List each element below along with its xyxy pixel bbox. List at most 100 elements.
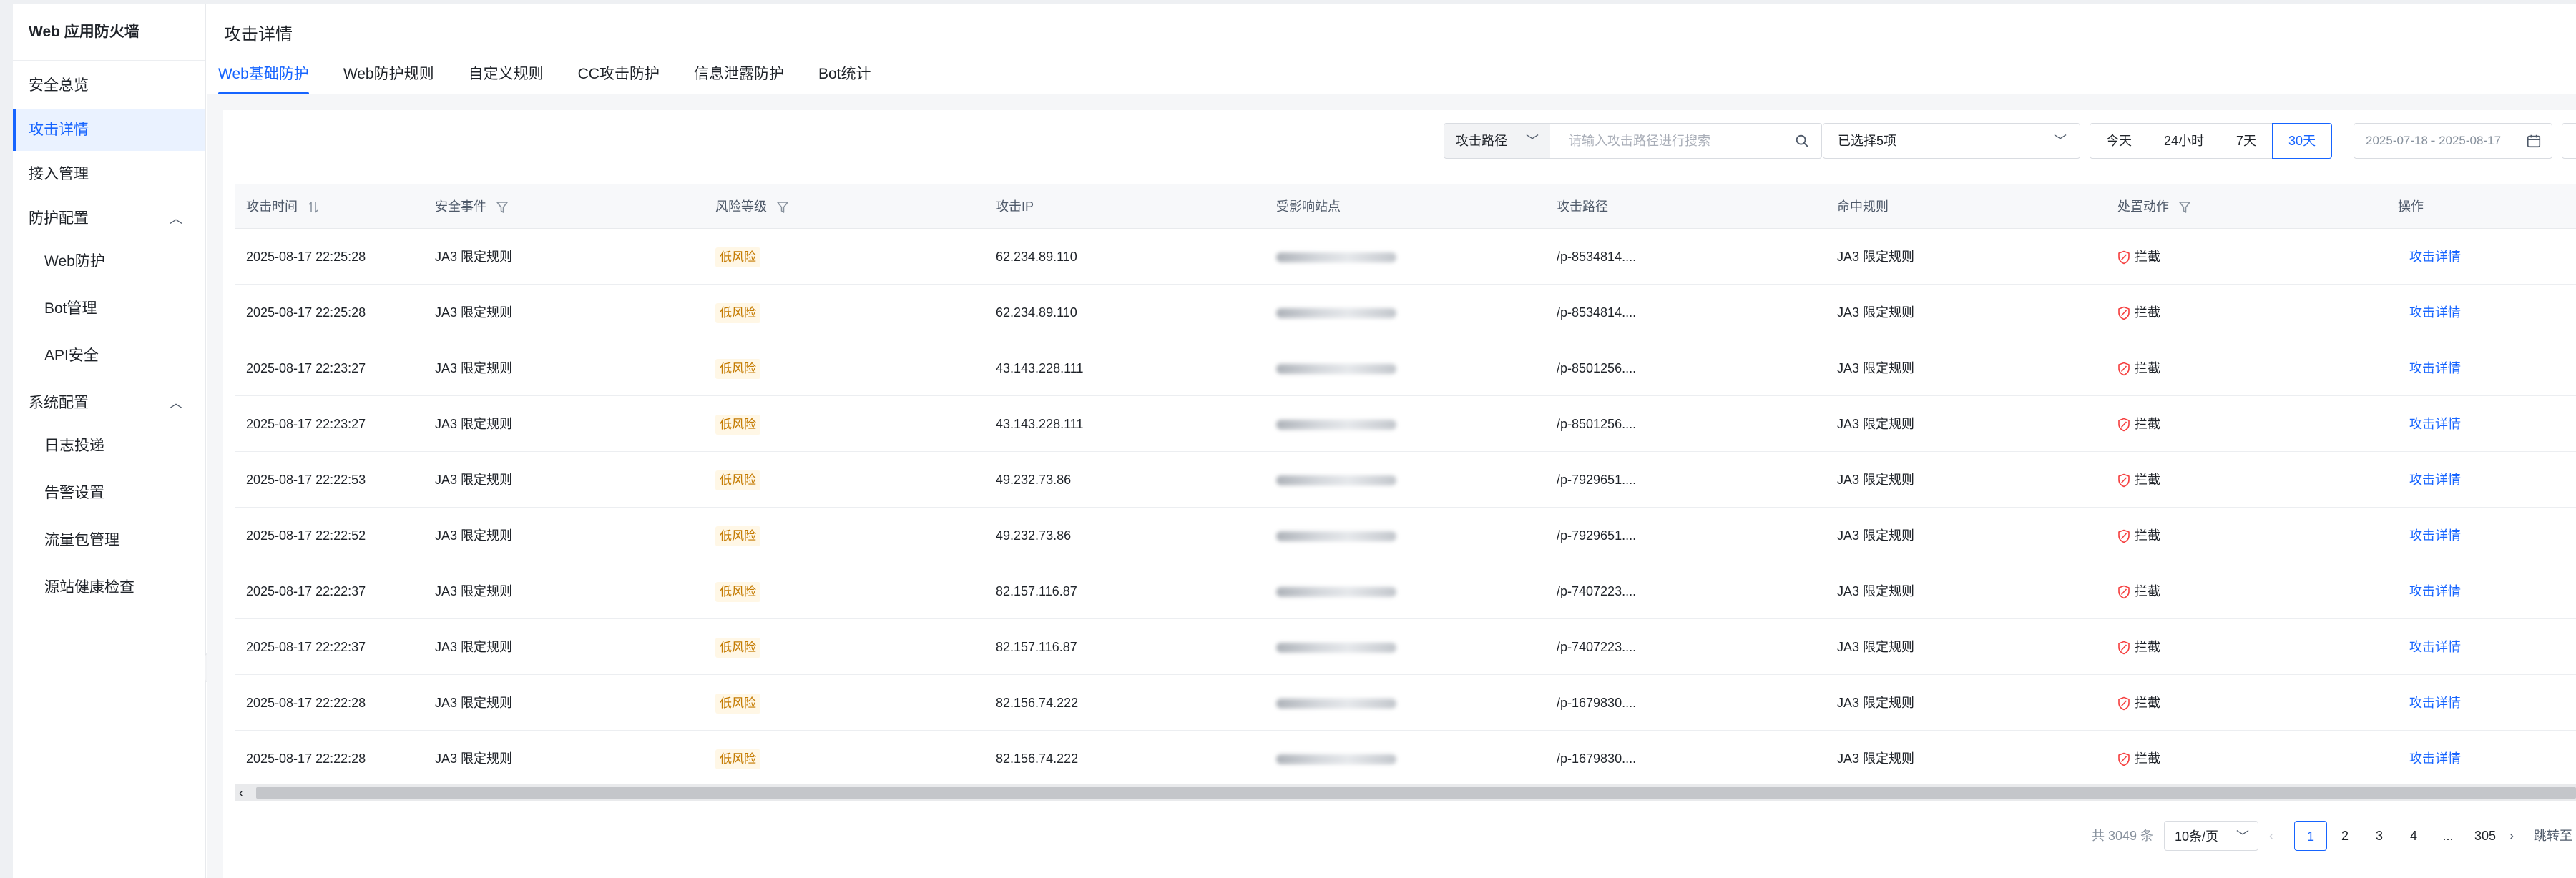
cell-action: 拦截 (2117, 731, 2160, 786)
page-2-button[interactable]: 2 (2328, 821, 2361, 851)
attack-detail-link[interactable]: 攻击详情 (2409, 340, 2461, 396)
prev-page-button[interactable]: ‹ (2269, 821, 2273, 851)
sidebar-item-log-delivery[interactable]: 日志投递 (13, 425, 205, 467)
cell-event: JA3 限定规则 (435, 528, 513, 543)
sidebar-item-label: 源站健康检查 (44, 579, 134, 596)
attack-detail-link[interactable]: 攻击详情 (2409, 675, 2461, 731)
sidebar-item-api-security[interactable]: API安全 (13, 335, 205, 377)
column-header-ip: 攻击IP (996, 199, 1034, 214)
cell-path: /p-8534814.... (1557, 250, 1637, 264)
filter-icon[interactable] (496, 201, 508, 214)
page-ellipsis[interactable]: ... (2431, 821, 2464, 851)
cell-risk: 低风险 (715, 619, 760, 675)
chevron-up-icon: ︿ (170, 396, 182, 410)
sidebar-item-traffic-package[interactable]: 流量包管理 (13, 520, 205, 561)
range-24h-button[interactable]: 24小时 (2148, 123, 2221, 159)
chevron-left-icon[interactable]: ‹ (239, 784, 243, 801)
sidebar-item-access-management[interactable]: 接入管理 (13, 154, 205, 195)
cell-ip: 49.232.73.86 (996, 528, 1072, 543)
cell-action: 拦截 (2117, 285, 2160, 340)
page-size-select[interactable]: 10条/页 ﹀ (2164, 821, 2258, 851)
range-7d-button[interactable]: 7天 (2220, 123, 2273, 159)
action-label: 拦截 (2135, 361, 2160, 375)
cell-event: JA3 限定规则 (435, 417, 513, 431)
toolbar-extra-button[interactable] (2562, 123, 2576, 159)
sort-icon[interactable] (308, 201, 319, 214)
sidebar-item-origin-health-check[interactable]: 源站健康检查 (13, 567, 205, 608)
cell-time: 2025-08-17 22:22:28 (246, 751, 366, 766)
page-title: 攻击详情 (224, 25, 293, 44)
calendar-icon (2527, 134, 2541, 148)
page-4-button[interactable]: 4 (2397, 821, 2430, 851)
page-305-button[interactable]: 305 (2466, 821, 2504, 851)
sidebar-item-label: 告警设置 (44, 485, 104, 501)
sidebar-item-overview[interactable]: 安全总览 (13, 65, 205, 107)
attack-detail-link[interactable]: 攻击详情 (2409, 508, 2461, 563)
date-range-picker[interactable]: 2025-07-18 - 2025-08-17 (2354, 123, 2552, 159)
cell-action: 拦截 (2117, 675, 2160, 731)
cell-site (1276, 340, 1396, 396)
attack-detail-link[interactable]: 攻击详情 (2409, 229, 2461, 285)
action-label: 拦截 (2135, 640, 2160, 654)
tab-cc-protection[interactable]: CC攻击防护 (578, 60, 660, 94)
sidebar-item-bot-management[interactable]: Bot管理 (13, 288, 205, 330)
cell-rule: JA3 限定规则 (1837, 528, 1915, 543)
attack-detail-link[interactable]: 攻击详情 (2409, 452, 2461, 508)
shield-block-icon (2118, 752, 2130, 766)
cell-time: 2025-08-17 22:22:28 (246, 696, 366, 710)
table-row: 2025-08-17 22:22:37 JA3 限定规则 低风险 82.157.… (235, 563, 2576, 619)
sidebar-item-attack-details[interactable]: 攻击详情 (13, 109, 205, 151)
event-type-select[interactable]: 已选择5项 ﹀ (1823, 123, 2080, 159)
sidebar-item-alert-settings[interactable]: 告警设置 (13, 473, 205, 514)
sidebar-group-system-config[interactable]: 系统配置 ︿ (13, 383, 205, 424)
page-1-button[interactable]: 1 (2294, 821, 2327, 851)
risk-badge: 低风险 (715, 638, 760, 658)
action-label: 拦截 (2135, 473, 2160, 487)
cell-site (1276, 619, 1396, 675)
tab-bot-statistics[interactable]: Bot统计 (818, 60, 871, 94)
attack-detail-link[interactable]: 攻击详情 (2409, 563, 2461, 619)
attack-detail-link[interactable]: 攻击详情 (2409, 619, 2461, 675)
attack-detail-link[interactable]: 攻击详情 (2409, 396, 2461, 452)
search-icon[interactable] (1794, 133, 1810, 149)
redacted-site (1276, 643, 1396, 653)
sidebar-group-protection-config[interactable]: 防护配置 ︿ (13, 198, 205, 240)
next-page-button[interactable]: › (2509, 821, 2514, 851)
range-today-button[interactable]: 今天 (2090, 123, 2148, 159)
cell-path: /p-8501256.... (1557, 417, 1637, 431)
risk-badge: 低风险 (715, 415, 760, 435)
cell-ip: 82.157.116.87 (996, 584, 1077, 598)
tab-custom-rules[interactable]: 自定义规则 (469, 60, 544, 94)
filter-icon[interactable] (2179, 201, 2190, 214)
cell-path: /p-8501256.... (1557, 361, 1637, 375)
cell-site (1276, 285, 1396, 340)
tab-info-leak-protection[interactable]: 信息泄露防护 (694, 60, 784, 94)
scrollbar-thumb[interactable] (256, 787, 2576, 799)
tab-web-basic-protection[interactable]: Web基础防护 (218, 60, 309, 94)
cell-action: 拦截 (2117, 619, 2160, 675)
search-input[interactable] (1567, 124, 1782, 158)
sidebar-item-label: 日志投递 (44, 438, 104, 454)
redacted-site (1276, 699, 1396, 709)
sidebar-item-label: 攻击详情 (29, 122, 89, 138)
cell-time: 2025-08-17 22:22:37 (246, 584, 366, 598)
filter-icon[interactable] (777, 201, 788, 214)
sidebar-item-web-protection[interactable]: Web防护 (13, 241, 205, 282)
range-30d-button[interactable]: 30天 (2272, 123, 2333, 159)
table-row: 2025-08-17 22:22:52 JA3 限定规则 低风险 49.232.… (235, 508, 2576, 563)
horizontal-scrollbar[interactable]: ‹ (235, 784, 2576, 801)
cell-risk: 低风险 (715, 731, 760, 786)
attack-detail-link[interactable]: 攻击详情 (2409, 285, 2461, 340)
page-3-button[interactable]: 3 (2363, 821, 2396, 851)
jump-to-label: 跳转至 (2534, 829, 2572, 843)
column-header-time[interactable]: 攻击时间 (246, 184, 319, 229)
attack-detail-link[interactable]: 攻击详情 (2409, 731, 2461, 786)
cell-risk: 低风险 (715, 340, 760, 396)
cell-rule: JA3 限定规则 (1837, 473, 1915, 487)
table-row: 2025-08-17 22:22:28 JA3 限定规则 低风险 82.156.… (235, 731, 2576, 786)
search-field-select[interactable]: 攻击路径 ﹀ (1444, 123, 1551, 159)
cell-time: 2025-08-17 22:22:53 (246, 473, 366, 487)
cell-risk: 低风险 (715, 285, 760, 340)
tab-web-protection-rules[interactable]: Web防护规则 (343, 60, 434, 94)
cell-action: 拦截 (2117, 563, 2160, 619)
